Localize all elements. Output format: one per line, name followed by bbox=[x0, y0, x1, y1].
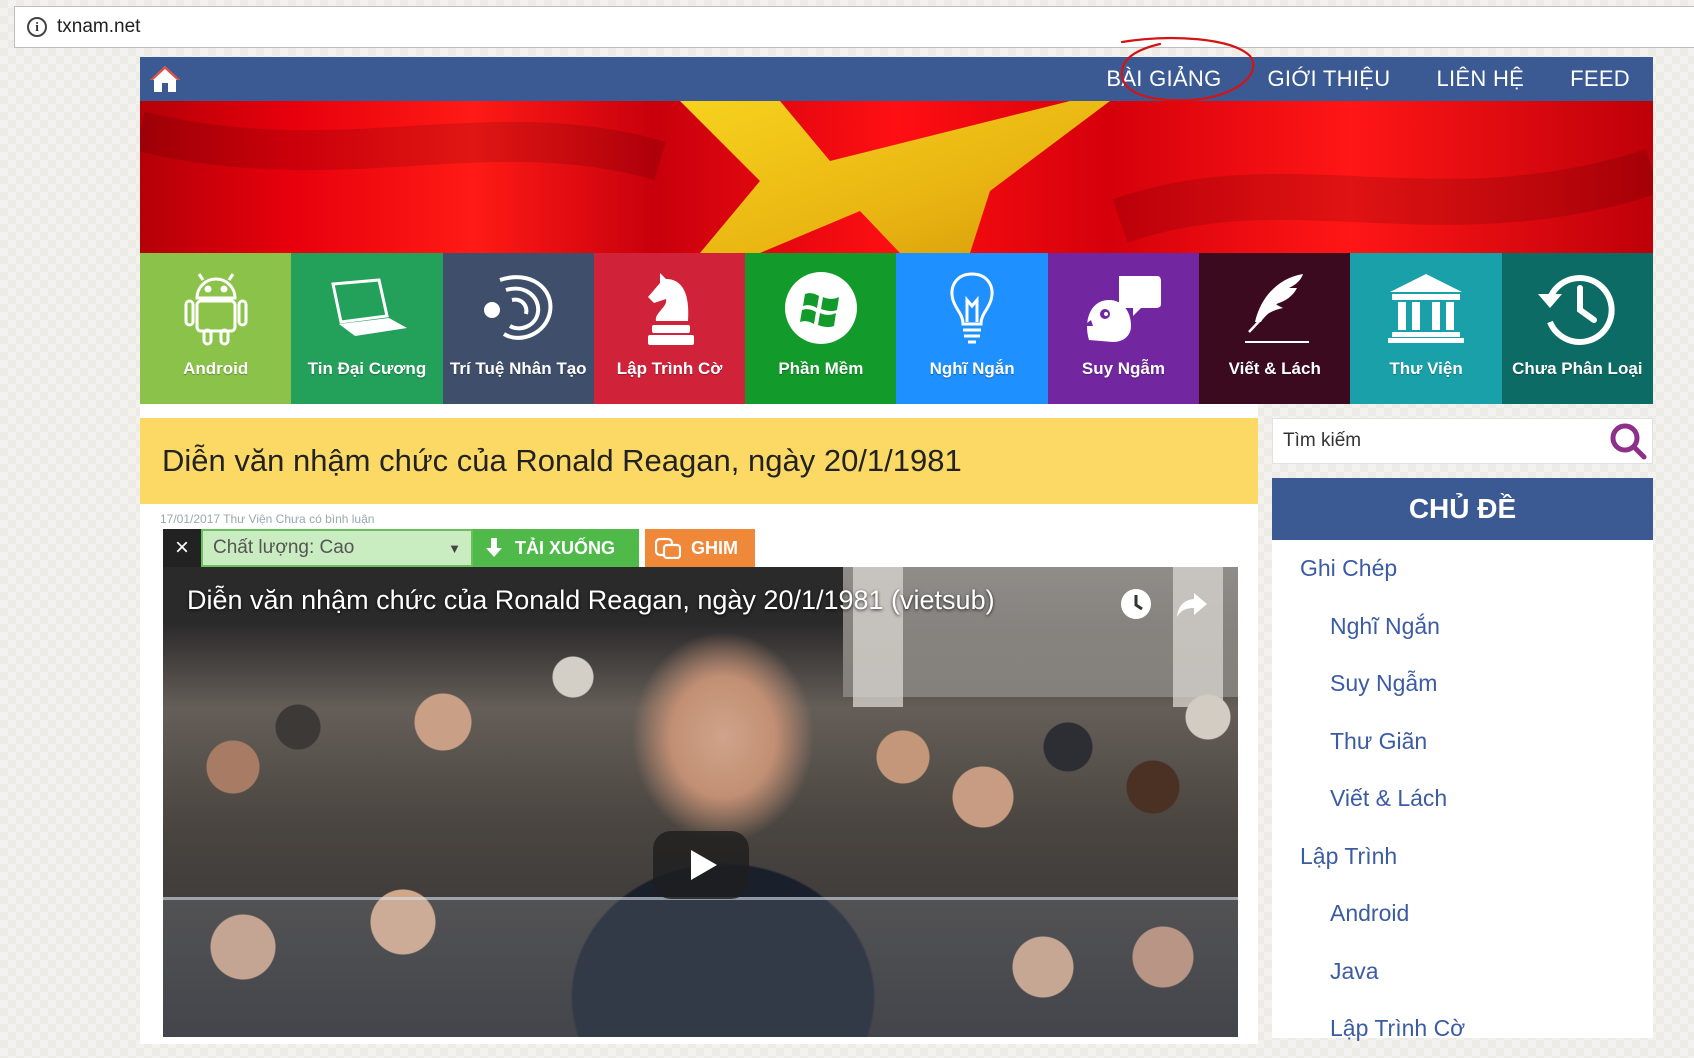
android-icon bbox=[184, 273, 248, 346]
topic-suy-ngam[interactable]: Suy Ngẫm bbox=[1272, 655, 1653, 713]
topic-thu-gian[interactable]: Thư Giãn bbox=[1272, 713, 1653, 771]
category-tile-viet-lach[interactable]: Viết & Lách bbox=[1199, 253, 1351, 404]
play-button[interactable] bbox=[653, 831, 749, 899]
ai-head-icon bbox=[484, 275, 553, 340]
feather-icon bbox=[1244, 274, 1309, 343]
category-tile-tin-dai-cuong[interactable]: Tin Đại Cương bbox=[291, 253, 443, 404]
windows-icon bbox=[784, 272, 857, 344]
download-button[interactable]: TẢI XUỐNG bbox=[473, 529, 639, 567]
topics-panel: CHỦ ĐỀ Ghi Chép Nghĩ Ngắn Suy Ngẫm Thư G… bbox=[1272, 478, 1653, 1041]
quality-select[interactable]: Chất lượng: Cao ▼ bbox=[201, 529, 473, 567]
topic-viet-lach[interactable]: Viết & Lách bbox=[1272, 770, 1653, 828]
laptop-icon bbox=[331, 278, 407, 336]
video-download-bar: × Chất lượng: Cao ▼ TẢI XUỐNG GHIM bbox=[163, 529, 755, 567]
nav-link-gioi-thieu[interactable]: GIỚI THIỆU bbox=[1245, 66, 1414, 92]
play-icon bbox=[691, 850, 717, 880]
quality-select-value: Chất lượng: Cao bbox=[213, 537, 355, 558]
topic-android[interactable]: Android bbox=[1272, 885, 1653, 943]
address-bar[interactable]: i txnam.net bbox=[14, 6, 1694, 48]
search-icon[interactable] bbox=[1608, 421, 1648, 461]
category-tile-suy-ngam[interactable]: Suy Ngẫm bbox=[1047, 253, 1200, 404]
category-tile-nghi-ngan[interactable]: Nghĩ Ngắn bbox=[896, 253, 1048, 404]
chevron-down-icon: ▼ bbox=[448, 540, 461, 556]
post-meta: 17/01/2017 Thư Viện Chưa có bình luận bbox=[160, 512, 375, 526]
topics-heading: CHỦ ĐỀ bbox=[1272, 478, 1653, 540]
nav-link-bai-giang[interactable]: BÀI GIẢNG bbox=[1083, 66, 1244, 92]
info-icon[interactable]: i bbox=[27, 17, 47, 37]
category-label: Android bbox=[183, 359, 249, 378]
category-tile-thu-vien[interactable]: Thư Viện bbox=[1350, 253, 1502, 404]
video-player[interactable]: Diễn văn nhậm chức của Ronald Reagan, ng… bbox=[163, 567, 1238, 1037]
category-label: Chưa Phân Loại bbox=[1512, 359, 1643, 378]
topic-nghi-ngan[interactable]: Nghĩ Ngắn bbox=[1272, 598, 1653, 656]
home-icon[interactable] bbox=[148, 62, 182, 96]
pin-label: GHIM bbox=[691, 537, 738, 558]
nav-links: BÀI GIẢNG GIỚI THIỆU LIÊN HỆ FEED bbox=[1083, 57, 1653, 101]
category-label: Lập Trình Cờ bbox=[616, 359, 723, 378]
url-text[interactable]: txnam.net bbox=[57, 16, 140, 38]
library-icon bbox=[1388, 274, 1465, 343]
category-tile-phan-mem[interactable]: Phần Mềm bbox=[745, 253, 897, 404]
download-arrow-icon bbox=[486, 538, 502, 557]
pin-button[interactable]: GHIM bbox=[645, 529, 755, 567]
nav-link-feed[interactable]: FEED bbox=[1547, 66, 1653, 92]
category-label: Nghĩ Ngắn bbox=[929, 359, 1015, 378]
podium-glass bbox=[163, 897, 1238, 1037]
watch-later-icon[interactable] bbox=[1119, 587, 1153, 621]
chess-knight-icon bbox=[647, 273, 694, 345]
category-tiles: Android Tin Đại Cương Trí Tuệ Nhân Tạo L… bbox=[140, 253, 1653, 404]
topic-lap-trinh[interactable]: Lập Trình bbox=[1272, 828, 1653, 886]
nav-link-lien-he[interactable]: LIÊN HỆ bbox=[1413, 66, 1547, 92]
category-tile-lap-trinh-co[interactable]: Lập Trình Cờ bbox=[593, 253, 746, 404]
category-tile-chua-phan-loai[interactable]: Chưa Phân Loại bbox=[1501, 253, 1653, 404]
video-title[interactable]: Diễn văn nhậm chức của Ronald Reagan, ng… bbox=[187, 585, 995, 616]
category-label: Trí Tuệ Nhân Tạo bbox=[449, 359, 587, 378]
topic-java[interactable]: Java bbox=[1272, 943, 1653, 1001]
top-nav: BÀI GIẢNG GIỚI THIỆU LIÊN HỆ FEED bbox=[140, 57, 1653, 101]
post-title: Diễn văn nhậm chức của Ronald Reagan, ng… bbox=[162, 443, 962, 478]
download-label: TẢI XUỐNG bbox=[515, 537, 616, 558]
history-clock-icon bbox=[1538, 275, 1615, 345]
lightbulb-icon bbox=[950, 272, 994, 344]
category-label: Phần Mềm bbox=[778, 359, 864, 378]
pin-icon bbox=[655, 537, 681, 559]
search-input[interactable] bbox=[1281, 429, 1585, 453]
category-label: Viết & Lách bbox=[1228, 359, 1321, 378]
topic-ghi-chep[interactable]: Ghi Chép bbox=[1272, 540, 1653, 598]
close-button[interactable]: × bbox=[163, 529, 201, 567]
flag-banner bbox=[140, 101, 1653, 253]
category-label: Tin Đại Cương bbox=[307, 359, 427, 378]
category-label: Thư Viện bbox=[1389, 359, 1463, 378]
topics-list: Ghi Chép Nghĩ Ngắn Suy Ngẫm Thư Giãn Viế… bbox=[1272, 540, 1653, 1058]
share-icon[interactable] bbox=[1175, 587, 1209, 621]
category-tile-tri-tue-nhan-tao[interactable]: Trí Tuệ Nhân Tạo bbox=[442, 253, 594, 404]
topic-lap-trinh-co[interactable]: Lập Trình Cờ bbox=[1272, 1000, 1653, 1058]
post-header: Diễn văn nhậm chức của Ronald Reagan, ng… bbox=[140, 418, 1258, 504]
thinking-bird-icon bbox=[1083, 276, 1162, 342]
search-box bbox=[1272, 418, 1653, 464]
category-label: Suy Ngẫm bbox=[1081, 359, 1165, 378]
category-tile-android[interactable]: Android bbox=[140, 253, 292, 404]
